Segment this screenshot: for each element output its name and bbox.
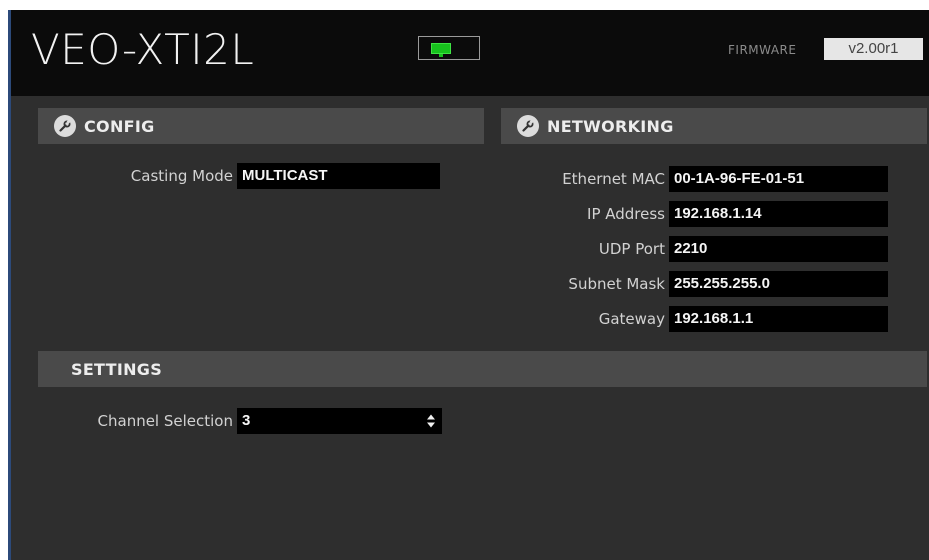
ethernet-mac-label: Ethernet MAC bbox=[562, 170, 665, 188]
channel-selection-value: 3 bbox=[242, 412, 251, 429]
udp-port-label: UDP Port bbox=[598, 240, 665, 258]
ip-address-field[interactable]: 192.168.1.14 bbox=[669, 201, 888, 227]
networking-section-header: NETWORKING bbox=[501, 108, 927, 144]
wrench-icon bbox=[517, 115, 539, 137]
subnet-mask-label: Subnet Mask bbox=[568, 275, 665, 293]
device-name: VEO-XTI2L bbox=[31, 25, 255, 74]
config-section-header: CONFIG bbox=[38, 108, 484, 144]
firmware-version: v2.00r1 bbox=[824, 38, 923, 60]
networking-title: NETWORKING bbox=[547, 116, 674, 136]
gateway-label: Gateway bbox=[598, 310, 665, 328]
wrench-icon bbox=[54, 115, 76, 137]
network-status-indicator bbox=[418, 36, 480, 60]
ethernet-mac-field[interactable]: 00-1A-96-FE-01-51 bbox=[669, 166, 888, 192]
select-arrows-icon bbox=[427, 414, 435, 428]
casting-mode-label: Casting Mode bbox=[130, 167, 233, 185]
header-bar: VEO-XTI2L FIRMWARE v2.00r1 bbox=[11, 10, 929, 96]
gateway-field[interactable]: 192.168.1.1 bbox=[669, 306, 888, 332]
settings-title: SETTINGS bbox=[71, 359, 163, 379]
ip-address-label: IP Address bbox=[587, 205, 665, 223]
channel-selection-select[interactable]: 3 bbox=[237, 408, 442, 434]
network-status-icon bbox=[431, 43, 451, 57]
channel-selection-label: Channel Selection bbox=[97, 412, 233, 430]
settings-section-header: SETTINGS bbox=[38, 351, 927, 387]
firmware-label: FIRMWARE bbox=[728, 43, 797, 57]
casting-mode-field[interactable]: MULTICAST bbox=[237, 163, 440, 189]
config-title: CONFIG bbox=[84, 116, 155, 136]
subnet-mask-field[interactable]: 255.255.255.0 bbox=[669, 271, 888, 297]
udp-port-field[interactable]: 2210 bbox=[669, 236, 888, 262]
device-panel: VEO-XTI2L FIRMWARE v2.00r1 CONFIG Castin… bbox=[8, 10, 929, 560]
